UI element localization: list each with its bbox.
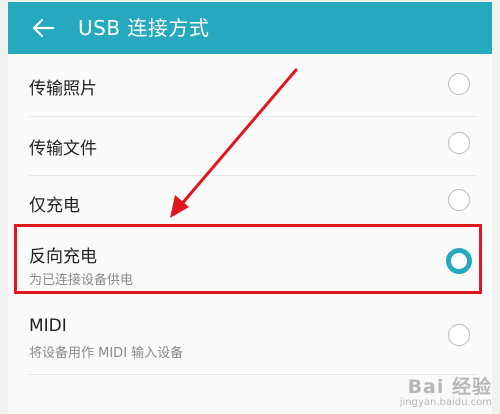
page-title: USB 连接方式: [78, 16, 210, 40]
radio-button-selected[interactable]: [446, 248, 472, 274]
option-sublabel: 为已连接设备供电: [29, 273, 134, 288]
option-label: 传输文件: [29, 139, 97, 159]
option-charge-only[interactable]: 仅充电: [8, 176, 492, 226]
app-bar: USB 连接方式: [8, 2, 492, 54]
option-midi[interactable]: MIDI 将设备用作 MIDI 输入设备: [8, 302, 492, 370]
radio-button[interactable]: [448, 189, 470, 211]
screen: USB 连接方式 传输照片 传输文件 仅充电 反向充电 为已连接设备供电 MID…: [8, 2, 492, 414]
radio-button[interactable]: [448, 324, 470, 346]
option-transfer-photos[interactable]: 传输照片: [8, 54, 492, 116]
arrow-left-icon: [32, 18, 55, 38]
option-label: MIDI: [29, 316, 67, 336]
frame: USB 连接方式 传输照片 传输文件 仅充电 反向充电 为已连接设备供电 MID…: [0, 0, 500, 414]
radio-button[interactable]: [448, 132, 470, 154]
back-button[interactable]: [26, 12, 60, 44]
radio-button[interactable]: [448, 73, 470, 95]
option-label: 仅充电: [29, 196, 80, 216]
divider: [29, 374, 477, 375]
option-label: 传输照片: [29, 79, 97, 99]
option-sublabel: 将设备用作 MIDI 输入设备: [29, 346, 184, 361]
option-transfer-files[interactable]: 传输文件: [8, 117, 492, 175]
option-reverse-charge[interactable]: 反向充电 为已连接设备供电: [8, 228, 492, 296]
option-label: 反向充电: [29, 247, 97, 267]
